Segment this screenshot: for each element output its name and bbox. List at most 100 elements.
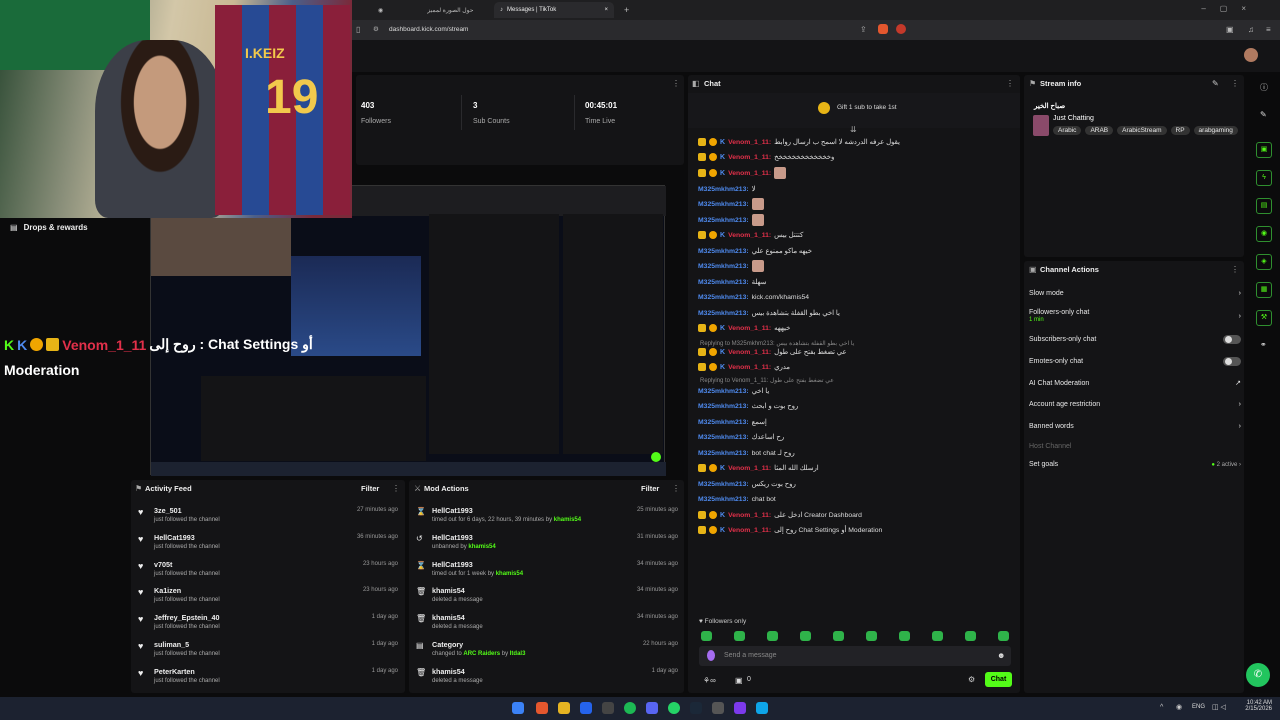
spotify-icon[interactable] bbox=[624, 702, 636, 714]
stream-info-more-icon[interactable]: ⋮ bbox=[1231, 79, 1239, 88]
clock[interactable]: 10:42 AM 2/15/2026 bbox=[1244, 700, 1272, 712]
settings-icon[interactable]: ⚙ bbox=[968, 675, 975, 684]
chat-username[interactable]: Venom_1_11: bbox=[728, 170, 771, 177]
mod-target[interactable]: HellCat1993 bbox=[432, 533, 473, 542]
chat-message[interactable]: M325mkhm213: bot chat روح لـ bbox=[698, 447, 795, 459]
chat-username[interactable]: Venom_1_11: bbox=[728, 139, 771, 146]
chat-message[interactable]: M325mkhm213: خيهه ماكو ممنوع علي bbox=[698, 245, 812, 257]
emote[interactable] bbox=[998, 631, 1009, 641]
mod-link[interactable]: khamis54 bbox=[496, 571, 523, 577]
feed-username[interactable]: suliman_5 bbox=[154, 640, 189, 649]
brave-icon[interactable] bbox=[536, 702, 548, 714]
chat-username[interactable]: M325mkhm213: bbox=[698, 450, 749, 457]
chat-message[interactable]: M325mkhm213: روح بوت ريكس bbox=[698, 478, 796, 490]
mod-target[interactable]: khamis54 bbox=[432, 586, 465, 595]
points-icon[interactable]: ⚘∞ bbox=[703, 676, 716, 685]
mod-link[interactable]: khamis54 bbox=[468, 544, 495, 550]
mod-link[interactable]: ARC Raiders bbox=[463, 651, 500, 657]
chat-more-icon[interactable]: ⋮ bbox=[1006, 79, 1014, 88]
brave-shield-icon[interactable] bbox=[878, 24, 888, 34]
emote-bar[interactable] bbox=[701, 631, 1031, 643]
feed-item[interactable]: ♥ PeterKarten just followed the channel 1 d… bbox=[138, 666, 400, 692]
feed-more-icon[interactable]: ⋮ bbox=[392, 484, 400, 493]
filter-button[interactable]: Filter bbox=[361, 484, 379, 493]
tag[interactable]: Arabic bbox=[1053, 126, 1082, 135]
whatsapp-taskbar-icon[interactable] bbox=[668, 702, 680, 714]
mod-target[interactable]: HellCat1993 bbox=[432, 560, 473, 569]
chat-username[interactable]: M325mkhm213: bbox=[698, 186, 749, 193]
chat-message[interactable]: M325mkhm213: إسمع bbox=[698, 416, 767, 428]
emote[interactable] bbox=[932, 631, 943, 641]
sidebar-button[interactable]: ▣ bbox=[1256, 142, 1272, 158]
chat-message[interactable]: K Venom_1_11: روح إلى Chat Settings أو Mod… bbox=[698, 524, 882, 536]
slow-mode-row[interactable]: Slow mode › bbox=[1029, 290, 1241, 297]
chat-message[interactable]: M325mkhm213: chat bot bbox=[698, 493, 776, 505]
chat-message[interactable]: K Venom_1_11: عي تضغط بفتح على طول bbox=[698, 346, 847, 358]
chat-message[interactable]: M325mkhm213: لا bbox=[698, 183, 756, 195]
chat-username[interactable]: M325mkhm213: bbox=[698, 388, 749, 395]
connections-icon[interactable]: ⚭ bbox=[1260, 340, 1267, 349]
browser-tab[interactable]: ◉ حول الصورة لمميز bbox=[372, 2, 492, 18]
set-goals-row[interactable]: Set goals ● 2 active › bbox=[1029, 461, 1241, 468]
chat-username[interactable]: Venom_1_11: bbox=[728, 325, 771, 332]
pin-icon[interactable]: ⇊ bbox=[850, 125, 857, 134]
send-chat-button[interactable]: Chat bbox=[985, 672, 1012, 687]
chat-message[interactable]: K Venom_1_11: خيههه bbox=[698, 322, 790, 334]
emote[interactable] bbox=[899, 631, 910, 641]
chat-username[interactable]: M325mkhm213: bbox=[698, 481, 749, 488]
sidebar-toggle-icon[interactable]: ▣ bbox=[1226, 25, 1234, 34]
mod-action-item[interactable]: 🗑 khamis54 deleted a message 34 minutes ag… bbox=[416, 585, 680, 611]
chat-username[interactable]: M325mkhm213: bbox=[698, 419, 749, 426]
feed-username[interactable]: Ka1izen bbox=[154, 586, 181, 595]
obs-icon[interactable] bbox=[602, 702, 614, 714]
followers-only-row[interactable]: Followers-only chat 1 min › bbox=[1029, 309, 1241, 323]
start-icon[interactable] bbox=[512, 702, 524, 714]
emotes-only-row[interactable]: Emotes-only chat bbox=[1029, 357, 1241, 366]
chat-message[interactable]: K Venom_1_11: مدري bbox=[698, 361, 790, 373]
chat-username[interactable]: Venom_1_11: bbox=[728, 465, 771, 472]
info-icon[interactable]: ⓘ bbox=[1260, 82, 1268, 93]
mod-more-icon[interactable]: ⋮ bbox=[672, 484, 680, 493]
mod-action-item[interactable]: 🗑 khamis54 deleted a message 34 minutes ag… bbox=[416, 612, 680, 638]
chat-message[interactable]: M325mkhm213: روح بوت و ابحث bbox=[698, 400, 798, 412]
app-icon[interactable] bbox=[580, 702, 592, 714]
browser-icon[interactable] bbox=[712, 702, 724, 714]
site-info-icon[interactable]: ⚙ bbox=[373, 24, 379, 36]
window-controls[interactable]: –▢× bbox=[1201, 4, 1260, 13]
ai-moderation-row[interactable]: AI Chat Moderation ↗ bbox=[1029, 379, 1241, 388]
brave-rewards-icon[interactable] bbox=[896, 24, 906, 34]
chat-username[interactable]: M325mkhm213: bbox=[698, 434, 749, 441]
category-name[interactable]: Just Chatting bbox=[1053, 115, 1094, 122]
chat-username[interactable]: M325mkhm213: bbox=[698, 217, 749, 224]
emote[interactable] bbox=[866, 631, 877, 641]
steam-icon[interactable] bbox=[690, 702, 702, 714]
chat-message[interactable]: M325mkhm213: bbox=[698, 214, 764, 226]
feed-username[interactable]: v705t bbox=[154, 560, 172, 569]
filter-button[interactable]: Filter bbox=[641, 484, 659, 493]
tag[interactable]: ARAB bbox=[1085, 126, 1114, 135]
chat-message[interactable]: M325mkhm213: يا اخي بطو القفلة بتشاهدة بي… bbox=[698, 307, 840, 319]
chat-message[interactable]: K Venom_1_11: bbox=[698, 167, 787, 179]
subscribers-only-row[interactable]: Subscribers-only chat bbox=[1029, 335, 1241, 344]
emote[interactable] bbox=[734, 631, 745, 641]
chat-message[interactable]: M325mkhm213: bbox=[698, 198, 764, 210]
emote[interactable] bbox=[701, 631, 712, 641]
feed-item[interactable]: ♥ suliman_5 just followed the channel 1 day… bbox=[138, 639, 400, 665]
mod-action-item[interactable]: ⌛ HellCat1993 timed out for 6 days, 22 hou… bbox=[416, 505, 680, 531]
mod-action-item[interactable]: 🗑 khamis54 deleted a message 1 day ago bbox=[416, 666, 680, 692]
chat-username[interactable]: Venom_1_11: bbox=[728, 154, 771, 161]
chat-username[interactable]: M325mkhm213: bbox=[698, 403, 749, 410]
chat-input[interactable]: Send a message ☻ bbox=[699, 646, 1011, 666]
feed-item[interactable]: ♥ 3ze_501 just followed the channel 27 minu… bbox=[138, 505, 400, 531]
feed-username[interactable]: PeterKarten bbox=[154, 667, 195, 676]
discord-icon[interactable] bbox=[646, 702, 658, 714]
chat-username[interactable]: Venom_1_11: bbox=[728, 527, 771, 534]
chat-username[interactable]: Venom_1_11: bbox=[728, 364, 771, 371]
mod-target[interactable]: HellCat1993 bbox=[432, 506, 473, 515]
mod-action-item[interactable]: ▤ Category changed to ARC Raiders by Itdal… bbox=[416, 639, 680, 665]
chat-message[interactable]: M325mkhm213: bbox=[698, 260, 764, 272]
close-tab-icon[interactable]: × bbox=[604, 7, 608, 13]
feed-item[interactable]: ♥ HellCat1993 just followed the channel 36 … bbox=[138, 532, 400, 558]
browser-tab-active[interactable]: ♪ Messages | TikTok × bbox=[494, 2, 614, 18]
bookmark-icon[interactable]: ▯ bbox=[356, 25, 360, 34]
